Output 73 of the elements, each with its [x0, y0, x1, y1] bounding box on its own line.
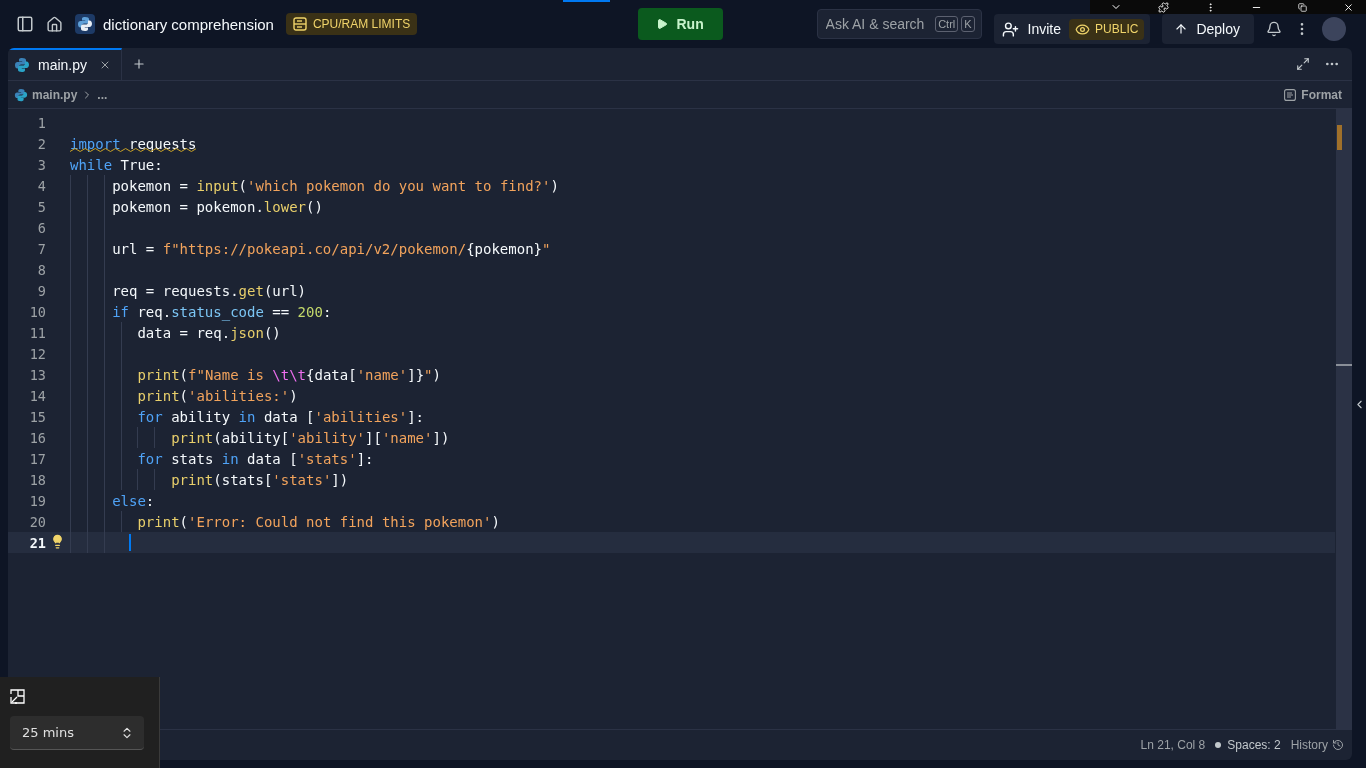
breadcrumb-item[interactable]: ...: [97, 87, 108, 102]
key-hint: Ctrl: [935, 16, 959, 32]
python-icon: [14, 87, 28, 102]
server-icon: [292, 17, 307, 31]
code-line: if req.status_code == 200:: [112, 303, 332, 320]
code-line: else:: [112, 492, 155, 509]
line-number: 12: [28, 345, 46, 362]
line-number: 11: [28, 324, 46, 341]
code-line: import requests: [70, 135, 197, 152]
file-tab[interactable]: main.py: [8, 48, 123, 80]
run-button[interactable]: Run: [637, 8, 723, 40]
close-icon[interactable]: [1343, 1, 1354, 13]
expand-icon[interactable]: [1296, 57, 1310, 71]
line-number: 15: [28, 408, 46, 425]
breadcrumb-item[interactable]: main.py: [32, 87, 78, 102]
line-number: 7: [36, 240, 46, 257]
line-number: 17: [28, 450, 46, 467]
visibility-badge[interactable]: PUBLIC: [1069, 18, 1145, 40]
python-icon: [14, 57, 30, 73]
repl-title[interactable]: dictionary comprehension: [103, 15, 274, 33]
line-number: 20: [28, 513, 46, 530]
bell-icon[interactable]: [1266, 21, 1282, 37]
play-icon: [656, 18, 669, 30]
code-line: print('Error: Could not find this pokemon'): [137, 513, 500, 530]
line-number: 14: [28, 387, 46, 404]
line-number: 8: [36, 261, 46, 278]
line-number: 1: [36, 114, 46, 131]
key-hint: K: [961, 16, 975, 32]
code-line: req = requests.get(url): [112, 282, 307, 299]
line-number: 4: [36, 177, 46, 194]
cpu-ram-badge[interactable]: CPU/RAM LIMITS: [285, 13, 418, 35]
deploy-button[interactable]: Deploy: [1162, 14, 1254, 44]
code-line: url = f"https://pokeapi.co/api/v2/pokemon/{pokemon}": [112, 240, 551, 257]
format-button[interactable]: Format: [1280, 87, 1346, 102]
line-number: 21: [28, 534, 46, 551]
user-plus-icon: [1001, 20, 1019, 38]
indentation-setting[interactable]: Spaces: 2: [1215, 738, 1281, 752]
line-number: 9: [36, 282, 46, 299]
lightbulb-icon[interactable]: [50, 534, 65, 549]
resize-icon[interactable]: [10, 689, 25, 704]
line-number: 18: [28, 471, 46, 488]
history-button[interactable]: History: [1290, 738, 1344, 752]
code-line: print(ability['ability']['name']): [171, 429, 450, 446]
line-number: 10: [28, 303, 46, 320]
invite-button[interactable]: Invite: [1001, 20, 1062, 38]
home-icon[interactable]: [46, 15, 63, 33]
code-line: while True:: [70, 156, 163, 173]
puzzle-icon[interactable]: [1157, 1, 1169, 13]
eye-icon: [1075, 21, 1091, 37]
code-line: print('abilities:'): [137, 387, 298, 404]
python-logo: [75, 14, 95, 34]
format-icon: [1284, 88, 1297, 101]
line-number: 19: [28, 492, 46, 509]
line-number: 13: [28, 366, 46, 383]
sidebar-toggle-icon[interactable]: [16, 15, 34, 33]
line-number: 16: [28, 429, 46, 446]
cursor-position[interactable]: Ln 21, Col 8: [1140, 738, 1206, 752]
code-line: data = req.json(): [137, 324, 281, 341]
code-line: for ability in data ['abilities']:: [137, 408, 425, 425]
line-number: 5: [36, 198, 46, 215]
line-number: 3: [36, 156, 46, 173]
code-line: pokemon = pokemon.lower(): [112, 198, 323, 215]
text-cursor: [129, 534, 131, 551]
line-number: 6: [36, 219, 46, 236]
scrollbar[interactable]: [1335, 109, 1352, 729]
history-icon: [1332, 739, 1344, 751]
line-number: 2: [36, 135, 46, 152]
code-line: print(stats['stats']): [171, 471, 349, 488]
restore-icon[interactable]: [1298, 2, 1308, 12]
code-line: print(f"Name is \t\t{data['name']}"): [137, 366, 441, 383]
code-line: pokemon = input('which pokemon do you want to find?'): [112, 177, 559, 194]
code-line: for stats in data ['stats']:: [137, 450, 374, 467]
duration-select[interactable]: 25 mins: [10, 716, 144, 750]
